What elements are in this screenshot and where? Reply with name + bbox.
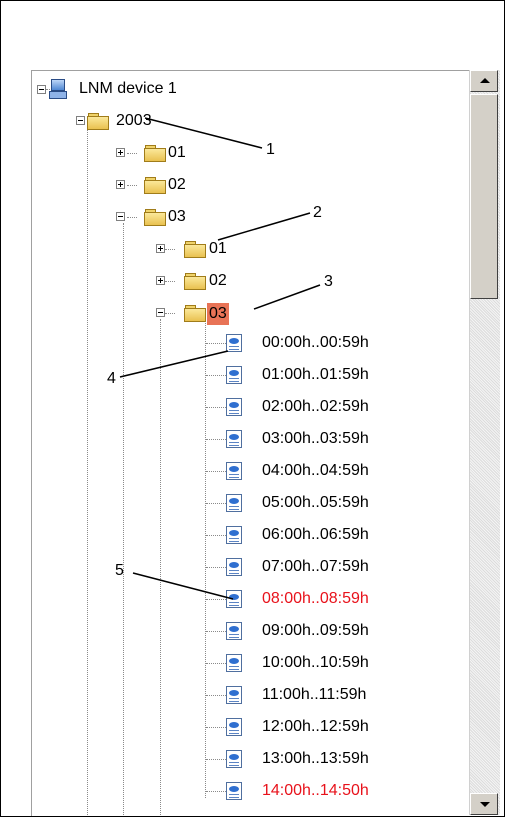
tree-node-hour[interactable]: 00:00h..00:59h bbox=[32, 333, 462, 355]
tree-node-hour[interactable]: 04:00h..04:59h bbox=[32, 461, 462, 483]
tree-node-hour[interactable]: 01:00h..01:59h bbox=[32, 365, 462, 387]
tree-node-hour[interactable]: 09:00h..09:59h bbox=[32, 621, 462, 643]
log-file-icon bbox=[226, 462, 242, 480]
tree-node-label: 08:00h..08:59h bbox=[262, 590, 369, 607]
tree-node-hour[interactable]: 06:00h..06:59h bbox=[32, 525, 462, 547]
log-file-icon bbox=[226, 590, 242, 608]
tree-node-label: 10:00h..10:59h bbox=[262, 654, 369, 671]
tree-node-hour[interactable]: 13:00h..13:59h bbox=[32, 749, 462, 771]
tree-node-hour[interactable]: 08:00h..08:59h bbox=[32, 589, 462, 611]
tree-node-label: 01:00h..01:59h bbox=[262, 366, 369, 383]
log-file-icon bbox=[226, 398, 242, 416]
hour-list: 00:00h..00:59h 01:00h..01:59h 02:00h..02:5… bbox=[32, 71, 470, 816]
tree-node-label: 11:00h..11:59h bbox=[262, 686, 367, 703]
scroll-down-button[interactable] bbox=[470, 793, 498, 815]
log-file-icon bbox=[226, 686, 242, 704]
tree-view[interactable]: LNM device 1 2003 01 02 03 01 02 03 00:0… bbox=[31, 70, 470, 816]
tree-node-hour[interactable]: 12:00h..12:59h bbox=[32, 717, 462, 739]
scroll-up-button[interactable] bbox=[470, 70, 498, 92]
log-file-icon bbox=[226, 526, 242, 544]
tree-node-hour[interactable]: 11:00h..11:59h bbox=[32, 685, 462, 707]
log-file-icon bbox=[226, 494, 242, 512]
log-file-icon bbox=[226, 622, 242, 640]
tree-node-hour[interactable]: 14:00h..14:50h bbox=[32, 781, 462, 803]
tree-node-label: 13:00h..13:59h bbox=[262, 750, 369, 767]
log-file-icon bbox=[226, 334, 242, 352]
tree-node-hour[interactable]: 02:00h..02:59h bbox=[32, 397, 462, 419]
scroll-thumb[interactable] bbox=[470, 94, 498, 299]
tree-node-label: 03:00h..03:59h bbox=[262, 430, 369, 447]
log-file-icon bbox=[226, 430, 242, 448]
callout-number-1: 1 bbox=[266, 141, 275, 158]
tree-node-hour[interactable]: 07:00h..07:59h bbox=[32, 557, 462, 579]
callout-number-3: 3 bbox=[324, 273, 333, 290]
log-file-icon bbox=[226, 558, 242, 576]
tree-node-label: 07:00h..07:59h bbox=[262, 558, 369, 575]
tree-node-label: 14:00h..14:50h bbox=[262, 782, 369, 799]
tree-node-hour[interactable]: 10:00h..10:59h bbox=[32, 653, 462, 675]
log-file-icon bbox=[226, 654, 242, 672]
tree-node-label: 00:00h..00:59h bbox=[262, 334, 369, 351]
tree-node-label: 04:00h..04:59h bbox=[262, 462, 369, 479]
log-file-icon bbox=[226, 750, 242, 768]
callout-number-4: 4 bbox=[107, 370, 116, 387]
tree-node-label: 12:00h..12:59h bbox=[262, 718, 369, 735]
tree-node-label: 05:00h..05:59h bbox=[262, 494, 369, 511]
log-file-icon bbox=[226, 718, 242, 736]
tree-node-hour[interactable]: 03:00h..03:59h bbox=[32, 429, 462, 451]
log-file-icon bbox=[226, 782, 242, 800]
arrow-up-icon bbox=[480, 78, 490, 83]
callout-number-5: 5 bbox=[115, 562, 124, 579]
arrow-down-icon bbox=[480, 802, 490, 807]
tree-node-label: 02:00h..02:59h bbox=[262, 398, 369, 415]
callout-number-2: 2 bbox=[313, 204, 322, 221]
tree-node-label: 06:00h..06:59h bbox=[262, 526, 369, 543]
tree-node-label: 09:00h..09:59h bbox=[262, 622, 369, 639]
vertical-scrollbar[interactable] bbox=[469, 70, 500, 815]
tree-node-hour[interactable]: 05:00h..05:59h bbox=[32, 493, 462, 515]
log-file-icon bbox=[226, 366, 242, 384]
